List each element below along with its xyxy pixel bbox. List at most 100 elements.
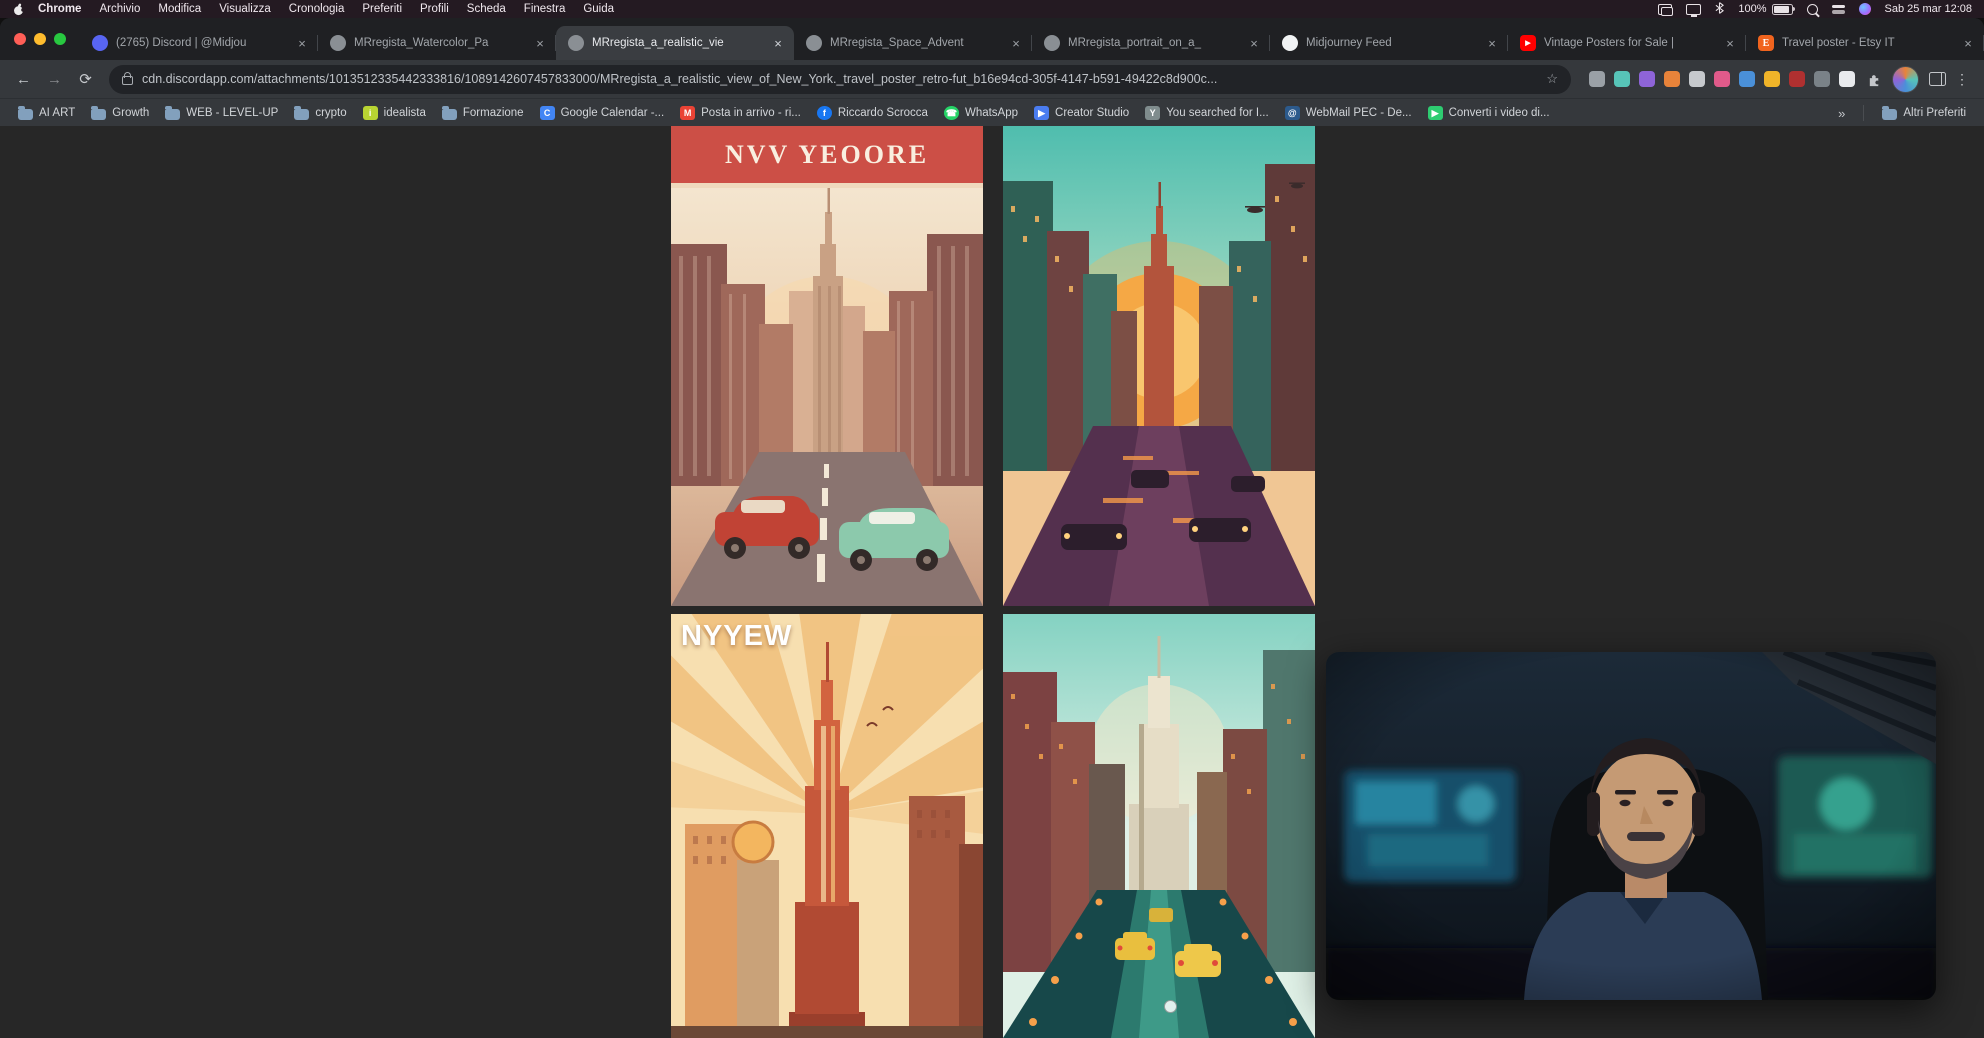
midjourney-grid-image[interactable]: NVV YEOORE (671, 126, 1315, 1038)
browser-tab[interactable]: ▶ Vintage Posters for Sale | × (1508, 26, 1746, 60)
bookmark-item[interactable]: ☎ WhatsApp (936, 99, 1026, 127)
extension-icon[interactable] (1739, 71, 1755, 87)
bookmark-item[interactable]: WEB - LEVEL-UP (157, 99, 286, 127)
bookmark-item[interactable]: ▶ Creator Studio (1026, 99, 1137, 127)
menubar-menu-label: Guida (583, 3, 614, 15)
tab-close-icon[interactable]: × (532, 35, 548, 51)
tab-favicon (806, 35, 822, 51)
tab-close-icon[interactable]: × (1484, 35, 1500, 51)
extension-icon[interactable] (1814, 71, 1830, 87)
browser-tab[interactable]: E Travel poster - Etsy IT × (1746, 26, 1984, 60)
poster-top-left: NVV YEOORE (671, 126, 983, 606)
bookmarks-overflow-button[interactable]: » (1830, 106, 1853, 121)
bookmark-item[interactable]: crypto (286, 99, 354, 127)
bookmark-item[interactable]: f Riccardo Scrocca (809, 99, 936, 127)
extension-icon[interactable] (1639, 71, 1655, 87)
browser-tab[interactable]: (2765) Discord | @Midjou × (80, 26, 318, 60)
browser-tab[interactable]: MRregista_portrait_on_a_ × (1032, 26, 1270, 60)
extension-icon[interactable] (1839, 71, 1855, 87)
bookmark-item[interactable]: Growth (83, 99, 157, 127)
menubar-menu-item[interactable]: Chrome (29, 3, 90, 15)
tab-close-icon[interactable]: × (1008, 35, 1024, 51)
menubar-menu-item[interactable]: Finestra (515, 3, 575, 15)
browser-tab[interactable]: Midjourney Feed × (1270, 26, 1508, 60)
tab-title: MRregista_a_realistic_vie (592, 37, 762, 49)
bookmark-label: Converti i video di... (1449, 107, 1550, 119)
profile-avatar[interactable] (1892, 66, 1919, 93)
menubar-menu-item[interactable]: Cronologia (280, 3, 354, 15)
bookmark-item[interactable]: i idealista (355, 99, 434, 127)
bookmark-item[interactable]: @ WebMail PEC - De... (1277, 99, 1420, 127)
apple-menu-icon[interactable] (12, 3, 25, 16)
reload-button[interactable]: ⟳ (72, 66, 99, 93)
extension-icon[interactable] (1764, 71, 1780, 87)
browser-tab[interactable]: MRregista_Watercolor_Pa × (318, 26, 556, 60)
menubar-menu-item[interactable]: Scheda (458, 3, 515, 15)
forward-button[interactable]: → (41, 66, 68, 93)
extension-icon[interactable] (1664, 71, 1680, 87)
bookmark-label: crypto (315, 107, 346, 119)
bookmark-star-icon[interactable]: ☆ (1546, 71, 1558, 87)
bookmark-label: Google Calendar -... (561, 107, 665, 119)
folder-icon (1882, 109, 1897, 120)
side-panel-icon[interactable] (1929, 72, 1946, 86)
chrome-menu-button[interactable]: ⋮ (1950, 71, 1974, 88)
bluetooth-icon[interactable] (1715, 2, 1724, 17)
display-icon[interactable] (1686, 4, 1701, 15)
tab-close-icon[interactable]: × (770, 35, 786, 51)
menubar-menu-item[interactable]: Preferiti (353, 3, 411, 15)
extension-icon[interactable] (1614, 71, 1630, 87)
other-bookmarks-button[interactable]: Altri Preferiti (1874, 107, 1974, 120)
tab-close-icon[interactable]: × (1960, 35, 1976, 51)
extension-icon[interactable] (1689, 71, 1705, 87)
bookmark-favicon: i (363, 106, 378, 120)
close-window-button[interactable] (14, 33, 26, 45)
menubar-menu-item[interactable]: Archivio (90, 3, 149, 15)
extension-icon[interactable] (1589, 71, 1605, 87)
bookmark-favicon: f (817, 106, 832, 120)
menubar-menus: ChromeArchivioModificaVisualizzaCronolog… (29, 3, 623, 15)
battery-indicator[interactable]: 100% (1738, 3, 1792, 15)
menubar-menu-item[interactable]: Visualizza (210, 3, 280, 15)
menubar-menu-label: Profili (420, 3, 449, 15)
menubar-menu-label: Finestra (524, 3, 566, 15)
bookmark-item[interactable]: Y You searched for I... (1137, 99, 1277, 127)
bookmark-item[interactable]: Formazione (434, 99, 532, 127)
tab-title: MRregista_portrait_on_a_ (1068, 37, 1238, 49)
browser-tab[interactable]: MRregista_a_realistic_vie × (556, 26, 794, 60)
back-button[interactable]: ← (10, 66, 37, 93)
extension-icon[interactable] (1789, 71, 1805, 87)
menubar-menu-item[interactable]: Guida (574, 3, 623, 15)
tab-list: (2765) Discord | @Midjou × MRregista_Wat… (80, 26, 1984, 60)
address-bar[interactable]: cdn.discordapp.com/attachments/101351233… (109, 65, 1571, 94)
bookmark-label: Posta in arrivo - ri... (701, 107, 801, 119)
menubar-menu-item[interactable]: Modifica (149, 3, 210, 15)
bookmark-favicon: ▶ (1428, 106, 1443, 120)
tab-close-icon[interactable]: × (1246, 35, 1262, 51)
site-security-lock-icon[interactable] (122, 76, 133, 85)
control-center-icon[interactable] (1832, 5, 1845, 14)
bookmark-item[interactable]: AI ART (10, 99, 83, 127)
tab-close-icon[interactable]: × (1722, 35, 1738, 51)
bookmark-label: Riccardo Scrocca (838, 107, 928, 119)
extension-icon[interactable] (1714, 71, 1730, 87)
bookmark-item[interactable]: M Posta in arrivo - ri... (672, 99, 809, 127)
siri-icon[interactable] (1859, 3, 1871, 15)
bookmark-favicon: @ (1285, 106, 1300, 120)
tab-favicon: ▶ (1520, 35, 1536, 51)
chrome-window: (2765) Discord | @Midjou × MRregista_Wat… (0, 18, 1984, 1038)
menubar-status-area: 100% Sab 25 mar 12:08 (1658, 2, 1972, 17)
minimize-window-button[interactable] (34, 33, 46, 45)
url-text: cdn.discordapp.com/attachments/101351233… (142, 72, 1537, 86)
extensions-puzzle-icon[interactable] (1867, 72, 1882, 87)
tab-close-icon[interactable]: × (294, 35, 310, 51)
screen-mirroring-icon[interactable] (1658, 4, 1672, 15)
menubar-clock[interactable]: Sab 25 mar 12:08 (1885, 3, 1972, 15)
bookmark-item[interactable]: ▶ Converti i video di... (1420, 99, 1558, 127)
browser-tab[interactable]: MRregista_Space_Advent × (794, 26, 1032, 60)
bookmark-item[interactable]: C Google Calendar -... (532, 99, 673, 127)
menubar-menu-item[interactable]: Profili (411, 3, 458, 15)
zoom-window-button[interactable] (54, 33, 66, 45)
spotlight-search-icon[interactable] (1807, 4, 1818, 15)
bookmark-favicon (442, 109, 457, 120)
